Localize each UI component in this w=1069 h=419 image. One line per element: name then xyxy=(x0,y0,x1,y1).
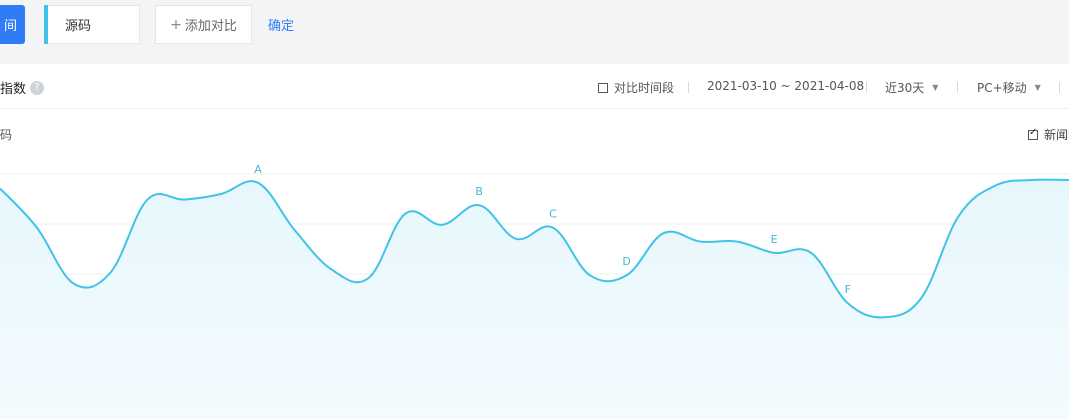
annotation-E[interactable]: E xyxy=(771,233,778,246)
annotation-B[interactable]: B xyxy=(475,185,483,198)
annotation-D[interactable]: D xyxy=(622,255,630,268)
trend-chart: A B C D E F xyxy=(0,163,1069,419)
series-area xyxy=(0,179,1069,419)
annotation-A[interactable]: A xyxy=(254,163,262,176)
annotation-F[interactable]: F xyxy=(845,283,851,296)
annotation-C[interactable]: C xyxy=(549,208,557,221)
